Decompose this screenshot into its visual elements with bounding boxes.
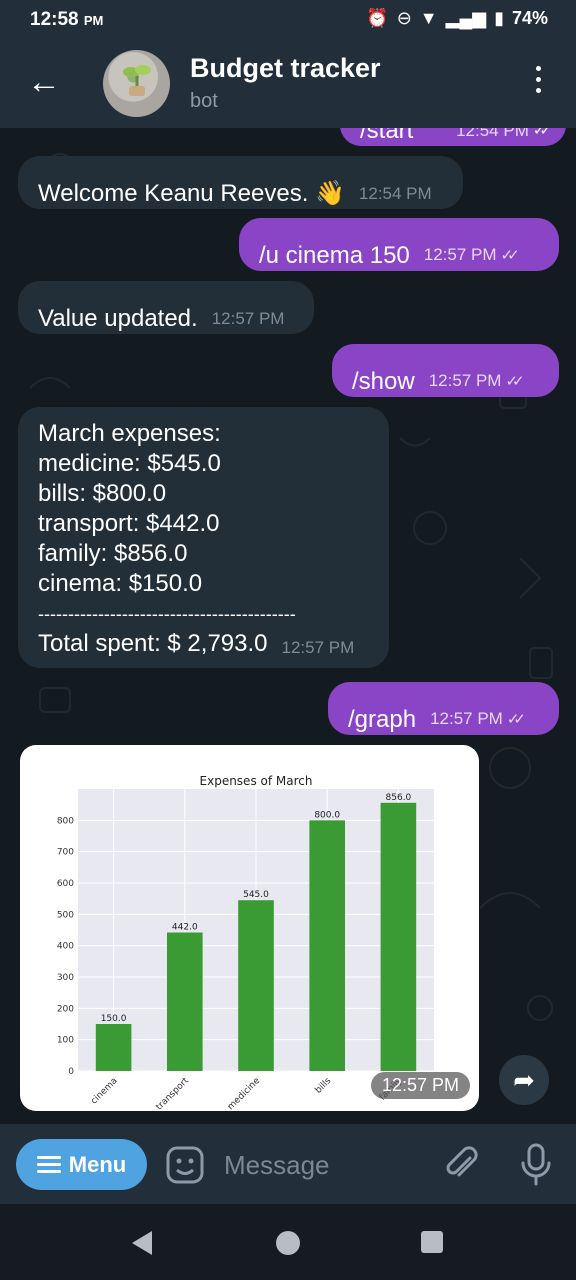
chart-title: Expenses of March	[200, 774, 313, 788]
message-incoming[interactable]: Welcome Keanu Reeves. 👋 12:54 PM	[18, 156, 463, 209]
message-text: /graph	[348, 706, 417, 733]
battery-percent: 74%	[511, 8, 548, 28]
bar-value-label: 856.0	[386, 793, 412, 803]
double-check-icon: ✓✓	[506, 711, 526, 728]
message-incoming[interactable]: Value updated. 12:57 PM	[18, 281, 314, 334]
bar	[380, 802, 417, 1071]
y-tick-label: 0	[68, 1067, 74, 1077]
paperclip-icon[interactable]	[442, 1144, 480, 1184]
menu-label: Menu	[68, 1151, 127, 1177]
x-tick-label: bills	[314, 1076, 334, 1096]
message-outgoing[interactable]: /show 12:57 PM ✓✓	[332, 344, 559, 397]
nav-back-icon[interactable]	[130, 1230, 154, 1256]
sprout-icon	[123, 65, 151, 96]
y-tick-label: 700	[57, 848, 74, 858]
message-text: /start	[360, 128, 414, 144]
message-outgoing[interactable]: /graph 12:57 PM ✓✓	[328, 682, 559, 735]
signal-icon: ▂▄▆	[445, 8, 487, 28]
sticker-icon[interactable]	[165, 1145, 205, 1185]
status-time: 12:58 PM	[30, 9, 104, 30]
y-tick-label: 100	[57, 1036, 74, 1046]
bar	[167, 932, 203, 1071]
message-text: /show	[352, 368, 415, 395]
chat-header: ← Budget tracker bot	[0, 40, 576, 128]
message-time: 12:57 PM	[211, 309, 285, 328]
system-nav-bar	[0, 1204, 576, 1280]
expense-line: transport: $442.0	[38, 510, 220, 537]
y-tick-label: 300	[57, 973, 74, 983]
expense-line: cinema: $150.0	[38, 570, 203, 597]
bar-value-label: 150.0	[101, 1014, 127, 1024]
message-time: 12:57 PM ✓✓	[428, 371, 525, 390]
x-tick-label: medicine	[226, 1076, 263, 1111]
bar	[309, 820, 345, 1071]
microphone-icon[interactable]	[518, 1142, 554, 1186]
more-menu-icon[interactable]	[528, 66, 548, 102]
bar-value-label: 800.0	[314, 810, 340, 820]
y-tick-label: 200	[57, 1004, 74, 1014]
double-check-icon: ✓✓	[500, 247, 520, 264]
y-tick-label: 400	[57, 942, 74, 952]
chat-subtitle: bot	[190, 90, 218, 112]
message-time: 12:54 PM	[358, 184, 432, 203]
y-tick-label: 500	[57, 910, 74, 920]
message-text: Welcome Keanu Reeves. 👋	[38, 180, 345, 207]
status-icons: ⏰ ⊖ ▼ ▂▄▆ ▮ 74%	[366, 8, 548, 29]
back-arrow-icon[interactable]: ←	[24, 62, 64, 102]
hamburger-icon	[36, 1152, 61, 1177]
double-check-icon: ✓✓	[532, 128, 552, 139]
message-time: 12:57 PM ✓✓	[430, 709, 526, 728]
bar	[238, 900, 274, 1071]
message-text: /u cinema 150	[259, 242, 410, 269]
total-line: Total spent: $ 2,793.0	[38, 630, 268, 657]
photo-time: 12:57 PM	[370, 1072, 470, 1099]
bar	[95, 1024, 132, 1071]
message-outgoing[interactable]: /start 12:54 PM ✓✓	[340, 128, 566, 146]
dnd-icon: ⊖	[396, 8, 412, 28]
x-tick-label: transport	[154, 1076, 191, 1111]
nav-home-icon[interactable]	[276, 1231, 300, 1255]
message-input[interactable]	[222, 1146, 426, 1184]
message-time: 12:57 PM ✓✓	[423, 245, 520, 264]
chat-title: Budget tracker	[190, 53, 381, 83]
y-tick-label: 600	[57, 879, 74, 889]
message-outgoing[interactable]: /u cinema 150 12:57 PM ✓✓	[239, 218, 559, 271]
expense-line: family: $856.0	[38, 540, 188, 567]
status-bar: 12:58 PM ⏰ ⊖ ▼ ▂▄▆ ▮ 74%	[0, 0, 576, 40]
expense-line: medicine: $545.0	[38, 450, 221, 477]
x-tick-label: cinema	[89, 1076, 119, 1106]
y-tick-label: 800	[57, 816, 74, 826]
bar-value-label: 545.0	[243, 890, 269, 900]
divider-line: ----------------------------------------…	[38, 604, 296, 624]
share-icon[interactable]: ➦	[499, 1055, 549, 1105]
expenses-chart: Expenses of March 0 100 200 300 400 500 600 700 8…	[57, 774, 434, 1111]
wifi-icon: ▼	[419, 8, 438, 28]
chat-area[interactable]: /start 12:54 PM ✓✓ Welcome Keanu Reeves.…	[0, 128, 576, 1124]
message-time: 12:54 PM	[456, 128, 529, 140]
chart-photo[interactable]: Expenses of March 0 100 200 300 400 500 600 700 8…	[20, 745, 479, 1111]
nav-recents-icon[interactable]	[421, 1231, 443, 1253]
input-bar: Menu	[0, 1124, 576, 1204]
expense-line: bills: $800.0	[38, 480, 167, 507]
bot-menu-button[interactable]: Menu	[16, 1139, 147, 1190]
avatar[interactable]	[103, 50, 170, 117]
message-incoming[interactable]: March expenses: medicine: $545.0 bills: …	[18, 407, 389, 668]
expense-line: March expenses:	[38, 420, 221, 447]
alarm-icon: ⏰	[366, 8, 389, 28]
bar-value-label: 442.0	[172, 923, 198, 933]
message-time: 12:57 PM	[281, 638, 355, 657]
double-check-icon: ✓✓	[505, 373, 524, 390]
battery-icon: ▮	[494, 8, 504, 28]
message-text: Value updated.	[38, 305, 198, 332]
